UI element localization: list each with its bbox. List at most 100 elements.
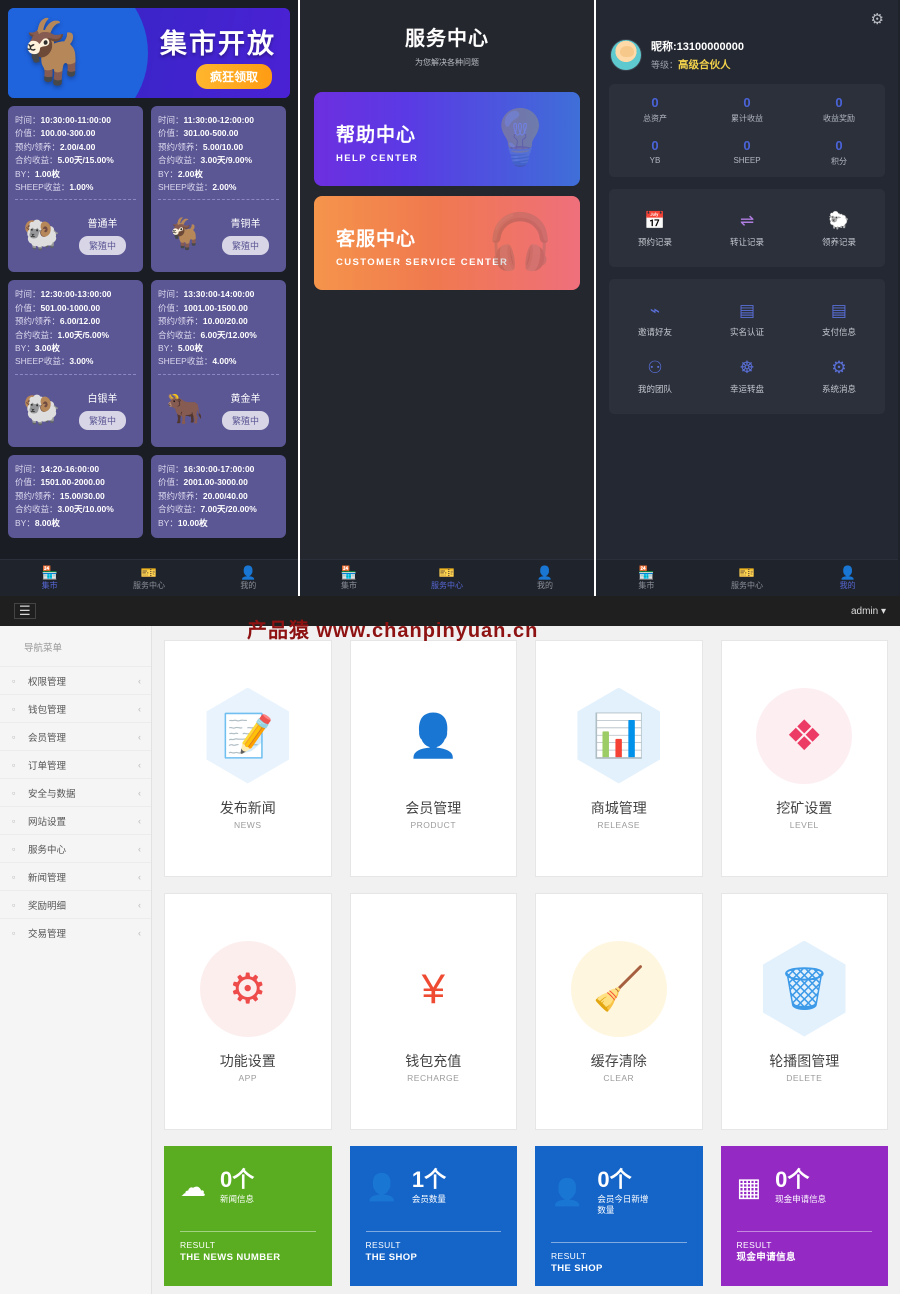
sidebar-item-安全与数据[interactable]: ▫ 安全与数据 ‹ — [0, 778, 151, 806]
tab-服务中心[interactable]: 🎫 服务中心 — [99, 565, 198, 591]
mine-tabbar: 🏪 集市 🎫 服务中心 👤 我的 — [596, 559, 898, 596]
entry-预约记录[interactable]: 📅 预约记录 — [609, 200, 701, 257]
stat-YB: 0 YB — [609, 138, 701, 167]
settings-gear-icon[interactable]: ⚙ — [871, 10, 884, 28]
sidebar-item-奖励明细[interactable]: ▫ 奖励明细 ‹ — [0, 890, 151, 918]
level-label: 等级： — [651, 60, 679, 70]
market-banner[interactable]: 🐐 集市开放 疯狂领取 — [8, 8, 290, 98]
tab-集市[interactable]: 🏪 集市 — [300, 565, 398, 591]
cloud-icon: ☁ — [180, 1171, 206, 1202]
market-card[interactable]: 时间：16:30:00-17:00:00 价值：2001.00-3000.00 … — [151, 454, 286, 538]
sidebar-item-订单管理[interactable]: ▫ 订单管理 ‹ — [0, 750, 151, 778]
tab-服务中心[interactable]: 🎫 服务中心 — [697, 565, 798, 591]
entry-转让记录[interactable]: ⇌ 转让记录 — [701, 200, 793, 257]
entry-我的团队[interactable]: ⚇ 我的团队 — [609, 347, 701, 404]
badge-icon: 🎫 — [738, 565, 756, 580]
nickname: 昵称:13100000000 — [651, 41, 744, 53]
hamburger-icon[interactable]: ☰ — [14, 603, 36, 619]
card-status-badge[interactable]: 繁殖中 — [78, 236, 126, 256]
dashboard-tile-挖矿设置[interactable]: ❖ 挖矿设置 LEVEL — [720, 640, 888, 877]
tab-集市[interactable]: 🏪 集市 — [596, 565, 697, 591]
entry-label: 我的团队 — [637, 384, 672, 394]
banner-title: 集市开放 — [160, 29, 276, 59]
entry-label: 转让记录 — [729, 237, 764, 247]
entry-领养记录[interactable]: 🐑 领养记录 — [793, 200, 885, 257]
tile-title: 缓存清除 — [590, 1052, 647, 1069]
dashboard-tile-商城管理[interactable]: 📊 商城管理 RELEASE — [535, 640, 703, 877]
card-name: 白银羊 — [87, 393, 118, 405]
banner-claim-button[interactable]: 疯狂领取 — [195, 64, 272, 89]
card-status-badge[interactable]: 繁殖中 — [221, 236, 269, 256]
stat-SHEEP: 0 SHEEP — [701, 138, 793, 167]
dashboard-tile-缓存清除[interactable]: 🧹 缓存清除 CLEAR — [535, 893, 703, 1130]
entry-幸运转盘[interactable]: ☸ 幸运转盘 — [701, 347, 793, 404]
market-card[interactable]: 时间：14:20-16:00:00 价值：1501.00-2000.00 预约/… — [8, 454, 143, 538]
sidebar-item-服务中心[interactable]: ▫ 服务中心 ‹ — [0, 834, 151, 862]
card-yield: 合约收益：3.00天/10.00% — [15, 504, 114, 515]
user-verified-icon: 👤 — [407, 711, 460, 759]
service-subtitle: 为您解决各种问题 — [415, 58, 479, 67]
tab-服务中心[interactable]: 🎫 服务中心 — [398, 565, 496, 591]
stat-card-divider — [551, 1242, 687, 1243]
entry-支付信息[interactable]: ▤ 支付信息 — [793, 290, 885, 347]
tab-我的[interactable]: 👤 我的 — [797, 565, 898, 591]
tile-subtitle: RECHARGE — [407, 1072, 460, 1083]
dashboard-tile-发布新闻[interactable]: 📝 发布新闻 NEWS — [164, 640, 332, 877]
sidebar-item-会员管理[interactable]: ▫ 会员管理 ‹ — [0, 722, 151, 750]
entry-邀请好友[interactable]: ⌁ 邀请好友 — [609, 290, 701, 347]
admin-user-menu[interactable]: admin ▾ — [851, 606, 886, 617]
entry-label: 实名认证 — [729, 327, 764, 337]
card-value: 价值：100.00-300.00 — [15, 128, 96, 139]
shop-icon: 🏪 — [638, 565, 655, 580]
tab-我的[interactable]: 👤 我的 — [199, 565, 298, 591]
card-status-badge[interactable]: 繁殖中 — [78, 410, 126, 430]
sidebar-item-label: 服务中心 — [28, 844, 67, 856]
entry-实名认证[interactable]: ▤ 实名认证 — [701, 290, 793, 347]
stat-card-THE NEWS NUMBER[interactable]: ☁ 0个 新闻信息 RESULT THE NEWS NUMBER — [164, 1146, 332, 1286]
market-card[interactable]: 时间：12:30:00-13:00:00 价值：501.00-1000.00 预… — [8, 280, 143, 447]
market-card[interactable]: 时间：10:30:00-11:00:00 价值：100.00-300.00 预约… — [8, 106, 143, 273]
card-by: BY：8.00枚 — [15, 517, 60, 528]
stat-积分: 0 积分 — [793, 138, 885, 167]
sidebar-item-网站设置[interactable]: ▫ 网站设置 ‹ — [0, 806, 151, 834]
card-value: 价值：2001.00-3000.00 — [158, 477, 248, 488]
sidebar-item-交易管理[interactable]: ▫ 交易管理 ‹ — [0, 918, 151, 946]
tile-icon-bg: 👤 — [385, 688, 481, 784]
shield-icon: ▫ — [12, 675, 16, 686]
dashboard-tile-钱包充值[interactable]: ¥ 钱包充值 RECHARGE — [349, 893, 517, 1130]
chevron-left-icon: ‹ — [138, 815, 141, 826]
dashboard-tile-功能设置[interactable]: ⚙ 功能设置 APP — [164, 893, 332, 1130]
asset-panel: 0 总资产 0 累计收益 0 收益奖励 0 YB 0 SHEEP 0 积分 — [609, 84, 885, 177]
stat-card-value: 0个 — [775, 1167, 810, 1192]
card-name: 普通羊 — [87, 219, 118, 231]
market-card[interactable]: 时间：11:30:00-12:00:00 价值：301.00-500.00 预约… — [151, 106, 286, 273]
card-status-badge[interactable]: 繁殖中 — [221, 410, 269, 430]
tile-subtitle: NEWS — [234, 819, 262, 830]
monitor-icon: ▫ — [12, 787, 16, 798]
customer-service-card[interactable]: 🎧 客服中心 CUSTOMER SERVICE CENTER — [314, 196, 580, 290]
entry-系统消息[interactable]: ⚙ 系统消息 — [793, 347, 885, 404]
sidebar-item-新闻管理[interactable]: ▫ 新闻管理 ‹ — [0, 862, 151, 890]
calendar-clock-icon: 📅 — [644, 211, 666, 230]
card-sheep: SHEEP收益：4.00% — [158, 356, 237, 367]
dashboard-tile-会员管理[interactable]: 👤 会员管理 PRODUCT — [349, 640, 517, 877]
tab-集市[interactable]: 🏪 集市 — [0, 565, 99, 591]
bulb-icon: 💡 — [486, 108, 554, 168]
card-yield: 合约收益：3.00天/9.00% — [158, 155, 253, 166]
sidebar-item-权限管理[interactable]: ▫ 权限管理 ‹ — [0, 666, 151, 694]
card-yield: 合约收益：5.00天/15.00% — [15, 155, 114, 166]
tile-subtitle: DELETE — [786, 1072, 823, 1083]
stat-card-现金申请信息[interactable]: ▦ 0个 现金申请信息 RESULT 现金申请信息 — [720, 1146, 888, 1286]
sidebar-item-钱包管理[interactable]: ▫ 钱包管理 ‹ — [0, 694, 151, 722]
chevron-left-icon: ‹ — [138, 843, 141, 854]
market-card[interactable]: 时间：13:30:00-14:00:00 价值：1001.00-1500.00 … — [151, 280, 286, 447]
dashboard-tile-轮播图管理[interactable]: 🗑 轮播图管理 DELETE — [720, 893, 888, 1130]
watermark: 产品猿 www.chanpinyuan.cn — [247, 620, 539, 642]
user-icon: 👤 — [839, 565, 856, 580]
tab-我的[interactable]: 👤 我的 — [496, 565, 594, 591]
stat-card-THE SHOP[interactable]: 👤 0个 会员今日新增数量 RESULT THE SHOP — [535, 1146, 703, 1286]
card-booking: 预约/领养：10.00/20.00 — [158, 316, 248, 327]
stat-card-THE SHOP[interactable]: 👤 1个 会员数量 RESULT THE SHOP — [349, 1146, 517, 1286]
stat-card-footer: RESULT THE SHOP — [365, 1240, 418, 1263]
help-center-card[interactable]: 💡 帮助中心 HELP CENTER — [314, 92, 580, 186]
